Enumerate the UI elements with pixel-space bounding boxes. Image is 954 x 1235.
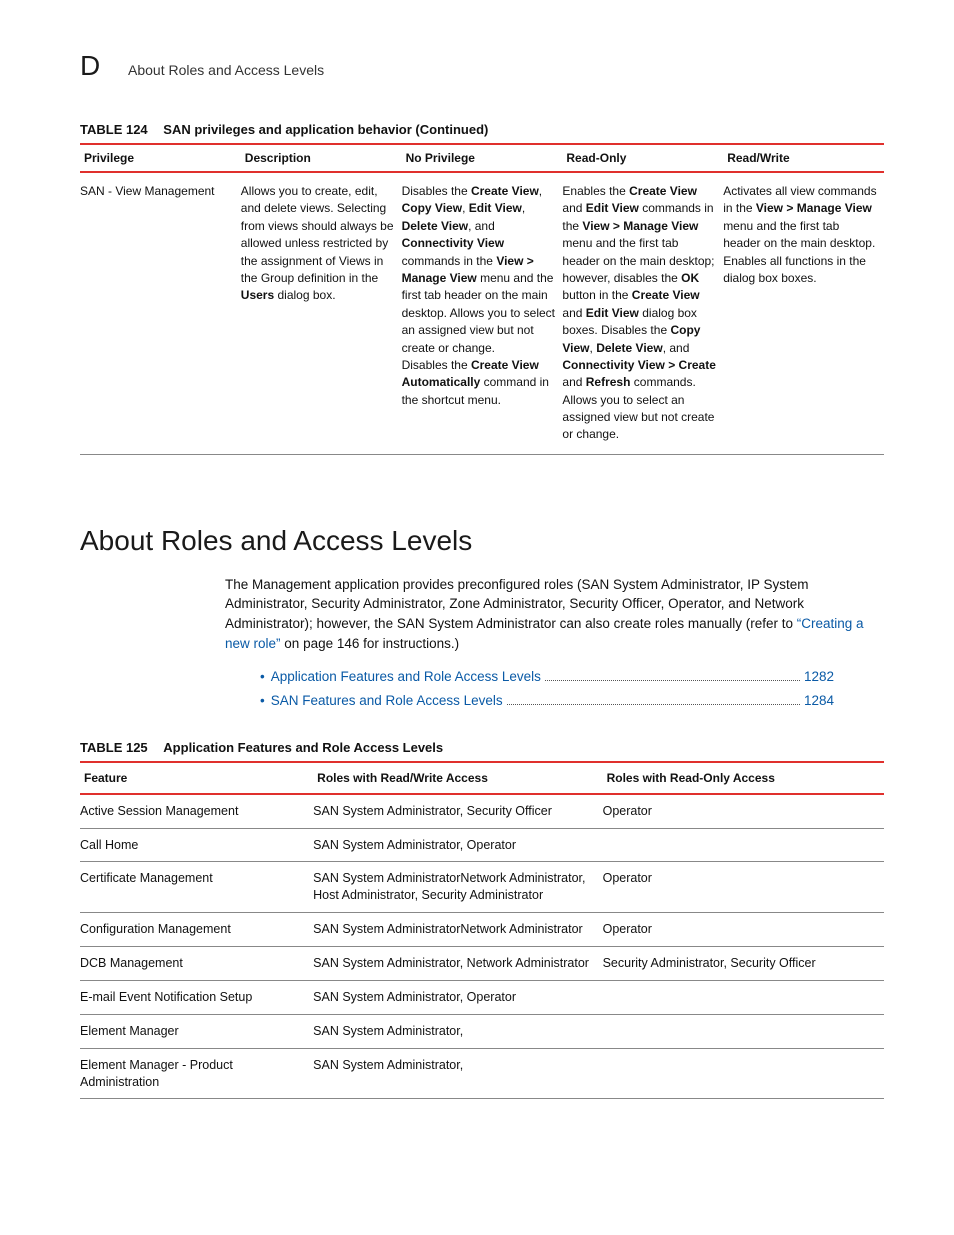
section-intro-paragraph: The Management application provides prec… [225,575,884,653]
cell-no-privilege: Disables the Create View, Copy View, Edi… [402,172,563,454]
cell-rw: SAN System Administrator, Network Admini… [313,947,602,981]
cell-read-write: Activates all view commands in the View … [723,172,884,454]
cell-ro: Operator [603,862,884,913]
table-125-title: Application Features and Role Access Lev… [163,740,443,755]
table-row: Call HomeSAN System Administrator, Opera… [80,828,884,862]
col-read-only: Read-Only [562,144,723,172]
cell-feature: Configuration Management [80,913,313,947]
col-privilege: Privilege [80,144,241,172]
table-row: DCB ManagementSAN System Administrator, … [80,947,884,981]
col-rw-access: Roles with Read/Write Access [313,762,602,794]
cell-feature: Element Manager [80,1014,313,1048]
col-no-privilege: No Privilege [402,144,563,172]
appendix-letter: D [80,50,104,82]
table-row: Certificate ManagementSAN System Adminis… [80,862,884,913]
cell-rw: SAN System AdministratorNetwork Administ… [313,913,602,947]
toc-list: • Application Features and Role Access L… [260,665,884,714]
cell-feature: DCB Management [80,947,313,981]
toc-link-app-features[interactable]: Application Features and Role Access Lev… [271,665,541,689]
cell-rw: SAN System AdministratorNetwork Administ… [313,862,602,913]
col-ro-access: Roles with Read-Only Access [603,762,884,794]
cell-feature: Element Manager - Product Administration [80,1048,313,1099]
table-125: Feature Roles with Read/Write Access Rol… [80,761,884,1100]
cell-ro: Operator [603,794,884,828]
table-row: Configuration ManagementSAN System Admin… [80,913,884,947]
table-124: Privilege Description No Privilege Read-… [80,143,884,455]
table-125-number: TABLE 125 [80,740,148,755]
col-description: Description [241,144,402,172]
intro-text-before: The Management application provides prec… [225,577,809,631]
cell-ro [603,1014,884,1048]
toc-dots [545,672,800,681]
toc-item: • SAN Features and Role Access Levels 12… [260,689,884,713]
col-read-write: Read/Write [723,144,884,172]
cell-ro [603,1048,884,1099]
cell-ro: Security Administrator, Security Officer [603,947,884,981]
table-125-caption: TABLE 125 Application Features and Role … [80,740,884,755]
toc-page-number[interactable]: 1284 [804,689,834,713]
cell-feature: Certificate Management [80,862,313,913]
table-125-header-row: Feature Roles with Read/Write Access Rol… [80,762,884,794]
toc-link-san-features[interactable]: SAN Features and Role Access Levels [271,689,503,713]
page-header-title: About Roles and Access Levels [128,62,324,78]
section-heading: About Roles and Access Levels [80,525,884,557]
bullet-icon: • [260,665,265,689]
cell-ro [603,828,884,862]
cell-ro: Operator [603,913,884,947]
toc-dots [507,696,800,705]
toc-page-number[interactable]: 1282 [804,665,834,689]
table-row: Element ManagerSAN System Administrator, [80,1014,884,1048]
cell-feature: E-mail Event Notification Setup [80,980,313,1014]
cell-feature: Active Session Management [80,794,313,828]
cell-ro [603,980,884,1014]
page-header: D About Roles and Access Levels [80,50,884,82]
cell-rw: SAN System Administrator, Operator [313,828,602,862]
col-feature: Feature [80,762,313,794]
table-row: E-mail Event Notification SetupSAN Syste… [80,980,884,1014]
cell-privilege: SAN - View Management [80,172,241,454]
cell-description: Allows you to create, edit, and delete v… [241,172,402,454]
cell-rw: SAN System Administrator, [313,1048,602,1099]
intro-text-after: on page 146 for instructions.) [284,636,459,651]
table-124-title: SAN privileges and application behavior … [163,122,488,137]
table-row: Element Manager - Product Administration… [80,1048,884,1099]
cell-rw: SAN System Administrator, [313,1014,602,1048]
table-124-number: TABLE 124 [80,122,148,137]
table-124-row: SAN - View Management Allows you to crea… [80,172,884,454]
bullet-icon: • [260,689,265,713]
toc-item: • Application Features and Role Access L… [260,665,884,689]
table-row: Active Session ManagementSAN System Admi… [80,794,884,828]
cell-read-only: Enables the Create View and Edit View co… [562,172,723,454]
cell-feature: Call Home [80,828,313,862]
cell-rw: SAN System Administrator, Operator [313,980,602,1014]
table-124-header-row: Privilege Description No Privilege Read-… [80,144,884,172]
table-124-caption: TABLE 124 SAN privileges and application… [80,122,884,137]
cell-rw: SAN System Administrator, Security Offic… [313,794,602,828]
